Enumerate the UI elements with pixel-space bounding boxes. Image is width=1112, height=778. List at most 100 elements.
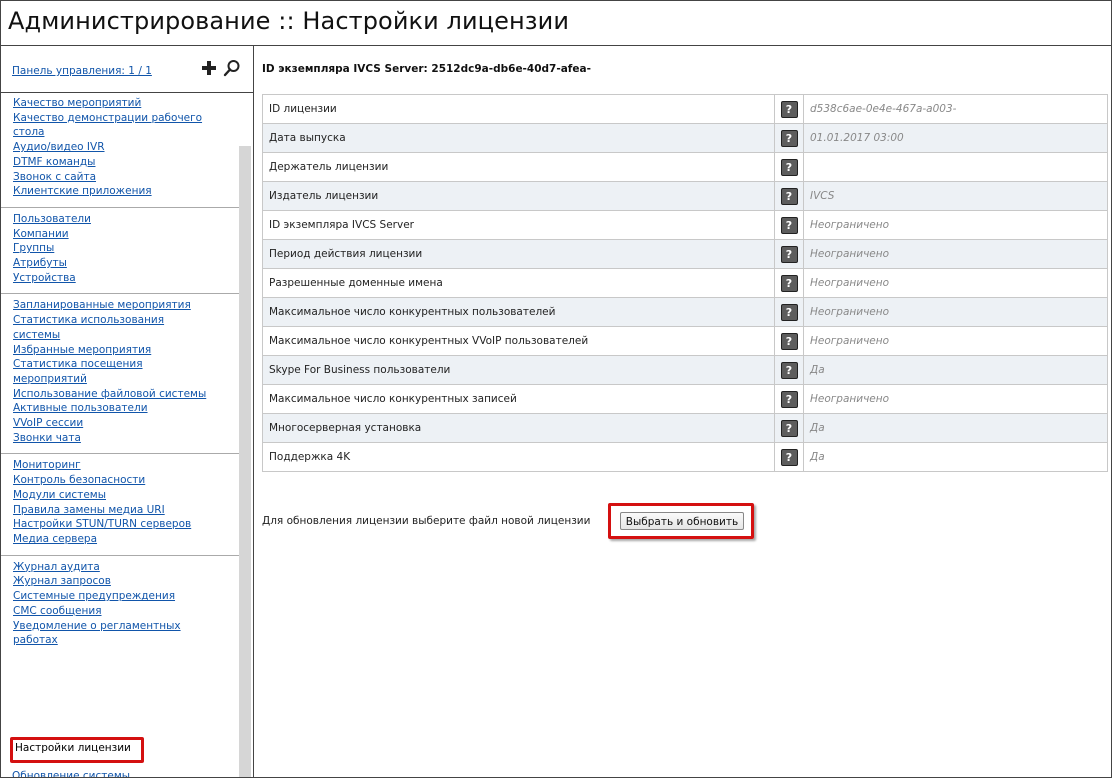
help-cell: ? — [774, 210, 804, 240]
sidebar-item-system-update[interactable]: Обновление системы — [12, 770, 130, 777]
help-icon[interactable]: ? — [780, 390, 798, 408]
sidebar-item[interactable]: Контроль безопасности — [13, 473, 213, 488]
select-and-update-button[interactable]: Выбрать и обновить — [620, 512, 744, 530]
help-cell: ? — [774, 384, 804, 414]
property-value: d538c6ae-0e4e-467a-a003- — [803, 94, 1108, 124]
sidebar-group: Качество мероприятий Качество демонстраци… — [1, 92, 241, 208]
sidebar-item[interactable]: Правила замены медиа URI — [13, 503, 213, 518]
table-row: Поддержка 4K? Да — [262, 442, 1108, 472]
sidebar-item[interactable]: Статистика использования системы — [13, 313, 213, 342]
sidebar-item[interactable]: Запланированные мероприятия — [13, 298, 213, 313]
property-value: 01.01.2017 03:00 — [803, 123, 1108, 153]
property-name: Разрешенные доменные имена — [262, 268, 775, 298]
table-row: Максимальное число конкурентных VVoIP по… — [262, 326, 1108, 356]
highlight-frame: Выбрать и обновить — [608, 503, 754, 539]
sidebar-item[interactable]: Аудио/видео IVR — [13, 140, 213, 155]
sidebar-item[interactable]: Активные пользователи — [13, 401, 213, 416]
sidebar-group: Пользователи Компании Группы Атрибуты Устрой… — [1, 208, 241, 295]
property-name: Поддержка 4K — [262, 442, 775, 472]
property-value: IVCS — [803, 181, 1108, 211]
table-row: Период действия лицензии? Неограничено — [262, 239, 1108, 269]
help-icon[interactable]: ? — [780, 187, 798, 205]
update-license-label: Для обновления лицензии выберите файл но… — [262, 515, 591, 527]
property-name: Период действия лицензии — [262, 239, 775, 269]
help-icon[interactable]: ? — [780, 216, 798, 234]
sidebar-header: Панель управления: 1 / 1 — [1, 46, 253, 93]
search-icon[interactable] — [223, 59, 241, 77]
sidebar-item[interactable]: Клиентские приложения — [13, 184, 213, 199]
property-value: Да — [803, 442, 1108, 472]
help-cell: ? — [774, 152, 804, 182]
sidebar-item[interactable]: Журнал аудита — [13, 560, 213, 575]
sidebar-item[interactable]: Уведомление о регламентных работах — [13, 619, 213, 648]
main-content: ID экземпляра IVCS Server: 2512dc9a-db6e… — [254, 46, 1111, 777]
help-icon[interactable]: ? — [780, 129, 798, 147]
sidebar-item[interactable]: VVoIP сессии — [13, 416, 213, 431]
sidebar-item-license-settings[interactable]: Настройки лицензии — [10, 737, 144, 763]
table-row: Многосерверная установка? Да — [262, 413, 1108, 443]
table-row: ID лицензии? d538c6ae-0e4e-467a-a003- — [262, 94, 1108, 124]
table-row: Держатель лицензии? — [262, 152, 1108, 182]
sidebar-item[interactable]: Пользователи — [13, 212, 213, 227]
help-cell: ? — [774, 268, 804, 298]
sidebar-item[interactable]: Качество мероприятий — [13, 96, 213, 111]
sidebar-item[interactable]: СМС сообщения — [13, 604, 213, 619]
sidebar-item[interactable]: Атрибуты — [13, 256, 213, 271]
sidebar-item[interactable]: Группы — [13, 241, 213, 256]
sidebar-item[interactable]: Мониторинг — [13, 458, 213, 473]
sidebar-item[interactable]: Звонок с сайта — [13, 170, 213, 185]
sidebar-item[interactable]: Журнал запросов — [13, 574, 213, 589]
table-row: ID экземпляра IVCS Server? Неограничено — [262, 210, 1108, 240]
sidebar-scrollbar[interactable] — [239, 146, 251, 777]
property-name: Держатель лицензии — [262, 152, 775, 182]
property-name: Максимальное число конкурентных записей — [262, 384, 775, 414]
help-icon[interactable]: ? — [780, 245, 798, 263]
sidebar-item[interactable]: Качество демонстрации рабочего стола — [13, 111, 213, 140]
sidebar-item[interactable]: Компании — [13, 227, 213, 242]
sidebar-group: Мониторинг Контроль безопасности Модули си… — [1, 454, 241, 556]
sidebar-item[interactable]: Избранные мероприятия — [13, 343, 213, 358]
property-value — [803, 152, 1108, 182]
table-row: Разрешенные доменные имена? Неограничено — [262, 268, 1108, 298]
help-icon[interactable]: ? — [780, 158, 798, 176]
property-value: Да — [803, 413, 1108, 443]
help-cell: ? — [774, 413, 804, 443]
control-panel-link[interactable]: Панель управления: 1 / 1 — [12, 65, 152, 77]
table-row: Дата выпуска? 01.01.2017 03:00 — [262, 123, 1108, 153]
sidebar-group: Запланированные мероприятия Статистика ис… — [1, 294, 241, 455]
property-name: Дата выпуска — [262, 123, 775, 153]
sidebar-item-label: Настройки лицензии — [15, 742, 131, 754]
help-icon[interactable]: ? — [780, 303, 798, 321]
sidebar-item[interactable]: Устройства — [13, 271, 213, 286]
sidebar-item[interactable]: Медиа сервера — [13, 532, 213, 547]
help-icon[interactable]: ? — [780, 332, 798, 350]
plus-icon[interactable] — [201, 60, 217, 76]
sidebar-item[interactable]: DTMF команды — [13, 155, 213, 170]
property-name: Максимальное число конкурентных VVoIP по… — [262, 326, 775, 356]
sidebar-item[interactable]: Модули системы — [13, 488, 213, 503]
sidebar-group: Журнал аудита Журнал запросов Системные пр… — [1, 556, 241, 656]
property-value: Неограничено — [803, 326, 1108, 356]
property-value: Неограничено — [803, 239, 1108, 269]
help-cell: ? — [774, 239, 804, 269]
sidebar-item[interactable]: Статистика посещения мероприятий — [13, 357, 213, 386]
help-icon[interactable]: ? — [780, 100, 798, 118]
property-value: Неограничено — [803, 384, 1108, 414]
title-bar: Администрирование :: Настройки лицензии — [1, 1, 1111, 46]
help-icon[interactable]: ? — [780, 361, 798, 379]
help-icon[interactable]: ? — [780, 448, 798, 466]
help-icon[interactable]: ? — [780, 419, 798, 437]
sidebar-item[interactable]: Использование файловой системы — [13, 387, 213, 402]
help-icon[interactable]: ? — [780, 274, 798, 292]
property-value: Да — [803, 355, 1108, 385]
page-title: Администрирование :: Настройки лицензии — [8, 7, 570, 35]
table-row: Издатель лицензии? IVCS — [262, 181, 1108, 211]
help-cell: ? — [774, 355, 804, 385]
sidebar-nav: Качество мероприятий Качество демонстраци… — [1, 92, 253, 656]
sidebar-item[interactable]: Системные предупреждения — [13, 589, 213, 604]
property-name: Многосерверная установка — [262, 413, 775, 443]
sidebar-item[interactable]: Звонки чата — [13, 431, 213, 446]
property-value: Неограничено — [803, 268, 1108, 298]
sidebar-item[interactable]: Настройки STUN/TURN серверов — [13, 517, 213, 532]
property-name: ID лицензии — [262, 94, 775, 124]
